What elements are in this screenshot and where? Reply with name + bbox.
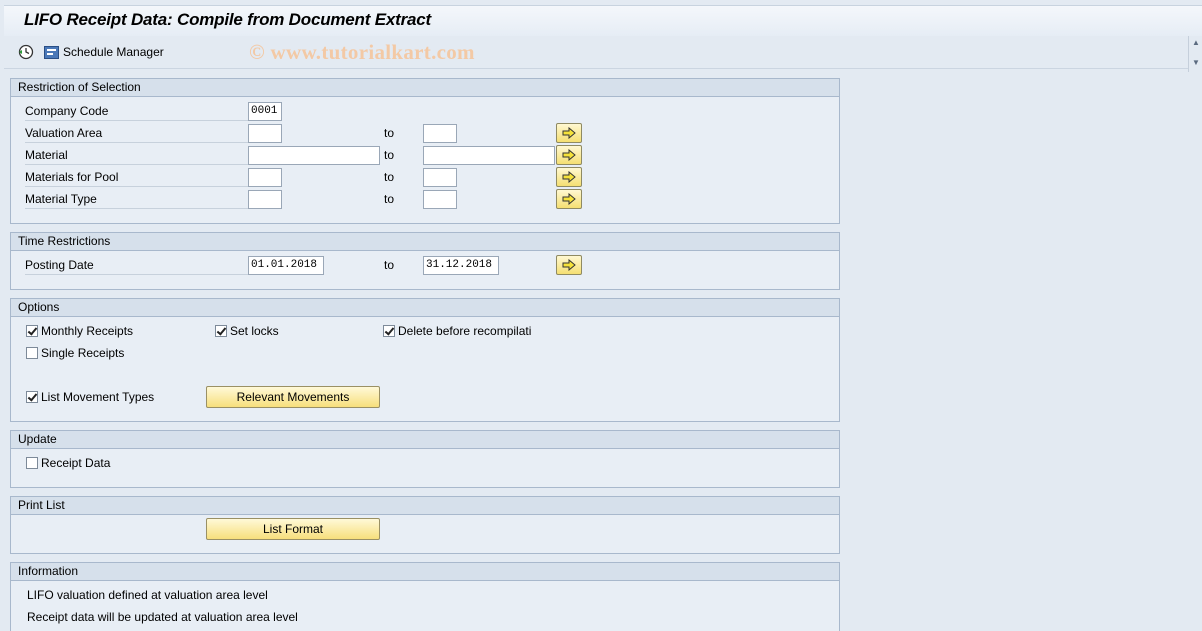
material-type-to-input[interactable] bbox=[423, 190, 457, 209]
company-code-label: Company Code bbox=[25, 101, 255, 121]
posting-date-to-input[interactable]: 31.12.2018 bbox=[423, 256, 499, 275]
update-group: Update Receipt Data bbox=[10, 430, 840, 488]
arrow-right-icon bbox=[562, 127, 576, 139]
material-multiple-selection-button[interactable] bbox=[556, 145, 582, 165]
schedule-manager-button[interactable]: Schedule Manager bbox=[44, 43, 164, 61]
receipt-data-label: Receipt Data bbox=[41, 456, 111, 470]
posting-date-label: Posting Date bbox=[25, 255, 255, 275]
clock-execute-icon[interactable] bbox=[18, 43, 36, 61]
single-receipts-label: Single Receipts bbox=[41, 346, 125, 360]
valuation-area-to-label: to bbox=[384, 126, 395, 140]
monthly-receipts-checkbox[interactable] bbox=[26, 325, 38, 337]
receipt-data-checkbox-row[interactable]: Receipt Data bbox=[26, 454, 110, 472]
list-format-button[interactable]: List Format bbox=[206, 518, 380, 540]
schedule-manager-label: Schedule Manager bbox=[63, 45, 164, 59]
arrow-right-icon bbox=[562, 259, 576, 271]
valuation-area-label: Valuation Area bbox=[25, 123, 255, 143]
arrow-right-icon bbox=[562, 171, 576, 183]
group-header: Restriction of Selection bbox=[11, 79, 839, 97]
time-restrictions-group: Time Restrictions Posting Date 01.01.201… bbox=[10, 232, 840, 290]
information-line: Receipt data will be updated at valuatio… bbox=[27, 610, 298, 624]
watermark-text: © www.tutorialkart.com bbox=[249, 40, 475, 64]
information-line: LIFO valuation defined at valuation area… bbox=[27, 588, 268, 602]
application-toolbar: Schedule Manager © www.tutorialkart.com bbox=[4, 36, 1202, 69]
material-type-multiple-selection-button[interactable] bbox=[556, 189, 582, 209]
information-group: Information LIFO valuation defined at va… bbox=[10, 562, 840, 631]
arrow-right-icon bbox=[562, 149, 576, 161]
materials-for-pool-from-input[interactable] bbox=[248, 168, 282, 187]
set-locks-checkbox[interactable] bbox=[215, 325, 227, 337]
relevant-movements-button[interactable]: Relevant Movements bbox=[206, 386, 380, 408]
posting-date-to-label: to bbox=[384, 258, 395, 272]
page-title: LIFO Receipt Data: Compile from Document… bbox=[24, 10, 431, 29]
company-code-input[interactable]: 0001 bbox=[248, 102, 282, 121]
delete-before-recompilation-checkbox-row[interactable]: Delete before recompilati bbox=[383, 322, 531, 340]
delete-before-recompilation-checkbox[interactable] bbox=[383, 325, 395, 337]
title-bar: LIFO Receipt Data: Compile from Document… bbox=[4, 5, 1202, 37]
scroll-up-icon[interactable]: ▲ bbox=[1191, 38, 1201, 48]
material-type-to-label: to bbox=[384, 192, 395, 206]
valuation-area-from-input[interactable] bbox=[248, 124, 282, 143]
restriction-of-selection-group: Restriction of Selection Company Code 00… bbox=[10, 78, 840, 224]
materials-for-pool-label: Materials for Pool bbox=[25, 167, 255, 187]
valuation-area-to-input[interactable] bbox=[423, 124, 457, 143]
delete-before-recompilation-label: Delete before recompilati bbox=[398, 324, 532, 338]
vertical-scrollbar[interactable]: ▲ ▼ bbox=[1188, 36, 1202, 72]
materials-for-pool-to-input[interactable] bbox=[423, 168, 457, 187]
list-movement-types-checkbox-row[interactable]: List Movement Types bbox=[26, 388, 154, 406]
set-locks-checkbox-row[interactable]: Set locks bbox=[215, 322, 279, 340]
options-group: Options Monthly Receipts Set locks Delet… bbox=[10, 298, 840, 422]
material-type-from-input[interactable] bbox=[248, 190, 282, 209]
valuation-area-multiple-selection-button[interactable] bbox=[556, 123, 582, 143]
group-header: Information bbox=[11, 563, 839, 581]
material-type-label: Material Type bbox=[25, 189, 255, 209]
list-movement-types-checkbox[interactable] bbox=[26, 391, 38, 403]
material-from-input[interactable] bbox=[248, 146, 380, 165]
materials-for-pool-multiple-selection-button[interactable] bbox=[556, 167, 582, 187]
list-movement-types-label: List Movement Types bbox=[41, 390, 155, 404]
monthly-receipts-checkbox-row[interactable]: Monthly Receipts bbox=[26, 322, 133, 340]
schedule-manager-icon bbox=[44, 45, 59, 59]
single-receipts-checkbox-row[interactable]: Single Receipts bbox=[26, 344, 124, 362]
arrow-right-icon bbox=[562, 193, 576, 205]
posting-date-multiple-selection-button[interactable] bbox=[556, 255, 582, 275]
material-to-label: to bbox=[384, 148, 395, 162]
posting-date-from-input[interactable]: 01.01.2018 bbox=[248, 256, 324, 275]
group-header: Time Restrictions bbox=[11, 233, 839, 251]
group-header: Update bbox=[11, 431, 839, 449]
scroll-down-icon[interactable]: ▼ bbox=[1191, 58, 1201, 68]
receipt-data-checkbox[interactable] bbox=[26, 457, 38, 469]
group-header: Print List bbox=[11, 497, 839, 515]
monthly-receipts-label: Monthly Receipts bbox=[41, 324, 134, 338]
material-label: Material bbox=[25, 145, 255, 165]
material-to-input[interactable] bbox=[423, 146, 555, 165]
set-locks-label: Set locks bbox=[230, 324, 279, 338]
group-header: Options bbox=[11, 299, 839, 317]
print-list-group: Print List List Format bbox=[10, 496, 840, 554]
materials-for-pool-to-label: to bbox=[384, 170, 395, 184]
single-receipts-checkbox[interactable] bbox=[26, 347, 38, 359]
